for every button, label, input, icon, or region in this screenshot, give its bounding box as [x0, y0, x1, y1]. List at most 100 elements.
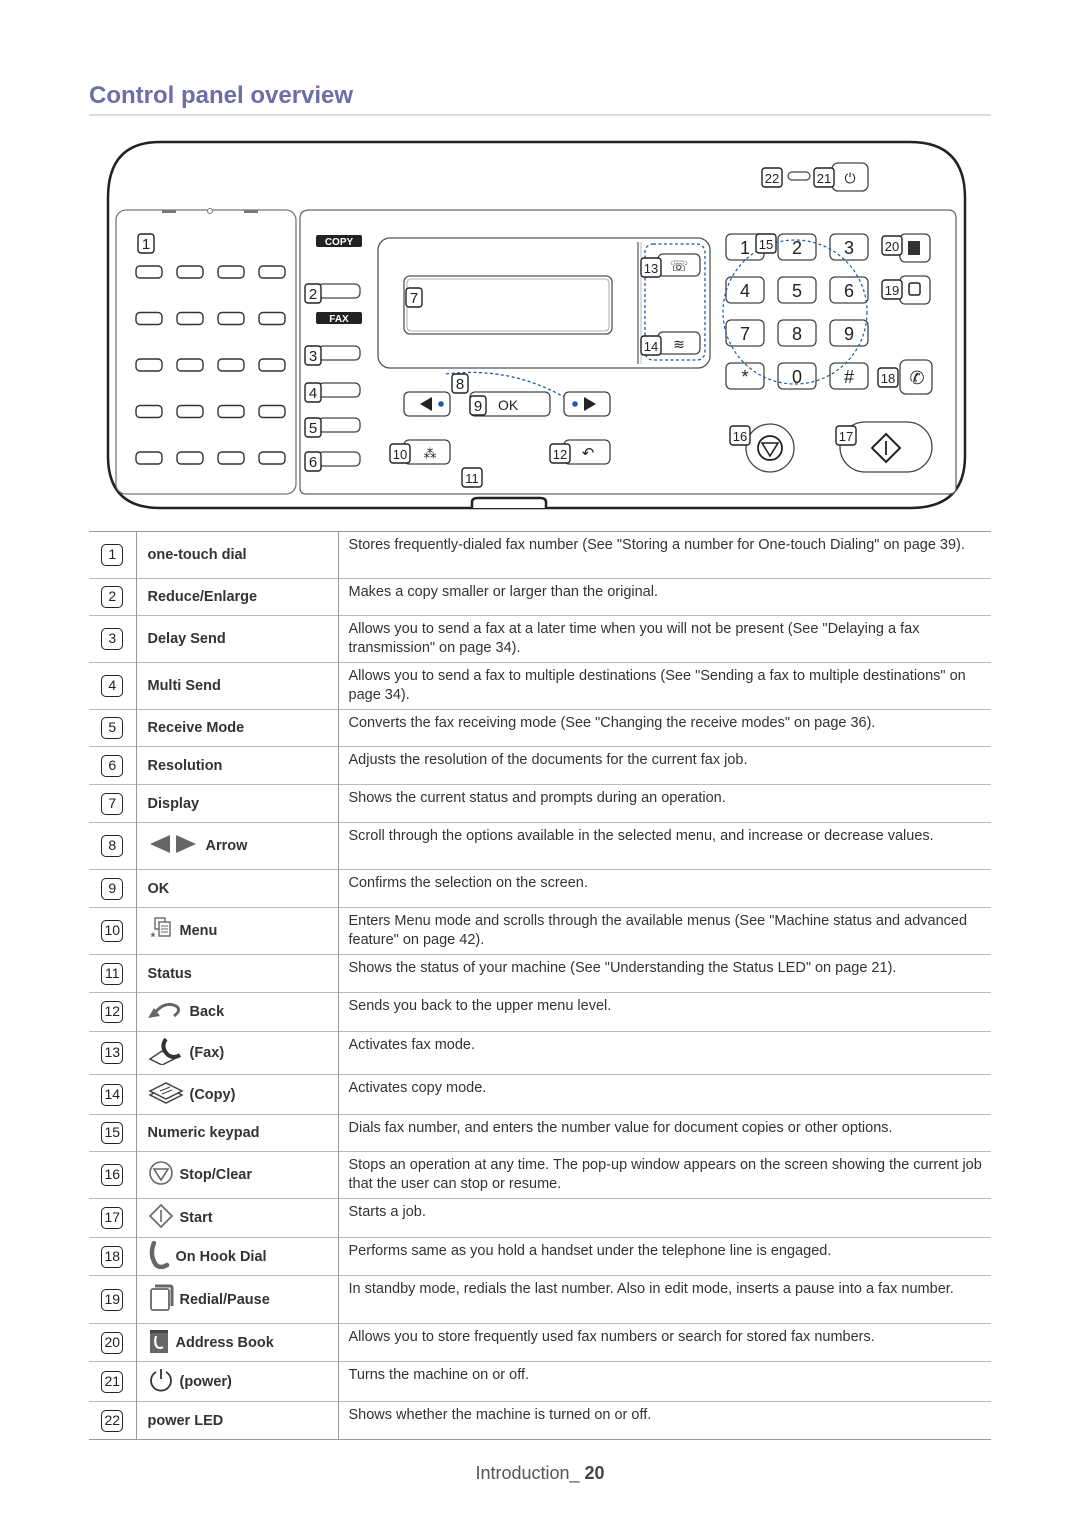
- control-name: Reduce/Enlarge: [147, 589, 258, 605]
- control-description: Activates copy mode.: [338, 1074, 991, 1115]
- control-name-cell: Delay Send: [136, 615, 339, 663]
- function-button[interactable]: [317, 417, 361, 433]
- callout-cell: 20: [89, 1323, 137, 1362]
- callout-number: 3: [309, 348, 317, 365]
- one-touch-button[interactable]: [217, 311, 245, 326]
- copy-icon: [147, 1081, 184, 1109]
- copy-label: COPY: [325, 237, 354, 248]
- page-footer: Introduction_ 20: [0, 1463, 1080, 1484]
- callout-number: 17: [839, 429, 853, 444]
- one-touch-button[interactable]: [217, 265, 245, 279]
- one-touch-button[interactable]: [176, 311, 204, 326]
- control-name-cell: power LED: [136, 1401, 339, 1440]
- callout-number: 18: [881, 371, 895, 386]
- one-touch-button[interactable]: [217, 404, 245, 419]
- control-description: Allows you to send a fax at a later time…: [338, 615, 991, 663]
- callout-number: 7: [410, 290, 418, 307]
- one-touch-button[interactable]: [135, 451, 163, 465]
- callout-number: 1: [142, 236, 150, 253]
- table-row: 11 Status Shows the status of your machine…: [89, 954, 991, 993]
- control-name: Receive Mode: [147, 720, 245, 736]
- callout-cell: 2: [89, 578, 137, 616]
- callout-badge: 17: [101, 1207, 124, 1229]
- control-name: power LED: [147, 1412, 224, 1429]
- control-name: Display: [147, 795, 200, 812]
- control-description: Stores frequently-dialed fax number (See…: [338, 531, 991, 579]
- control-name: Numeric keypad: [147, 1125, 260, 1141]
- one-touch-button[interactable]: [176, 265, 204, 279]
- callout-cell: 18: [89, 1237, 137, 1276]
- callout-cell: 21: [89, 1361, 137, 1402]
- keypad-key-label: 3: [844, 238, 854, 258]
- table-row: 4 Multi Send Allows you to send a fax to m…: [89, 662, 991, 710]
- control-name: Redial/Pause: [179, 1291, 270, 1308]
- function-button[interactable]: [317, 382, 361, 398]
- control-description: Scroll through the options available in …: [338, 822, 991, 870]
- one-touch-button[interactable]: [258, 358, 286, 372]
- control-name: one-touch dial: [147, 547, 247, 563]
- svg-text:⏻: ⏻: [844, 170, 855, 186]
- callout-badge: 3: [101, 628, 124, 650]
- control-description: Shows the status of your machine (See "U…: [338, 954, 991, 993]
- svg-text:≋: ≋: [673, 336, 685, 352]
- redial-icon: [148, 1284, 174, 1316]
- table-row: 22 power LED Shows whether the machine is …: [89, 1401, 991, 1440]
- function-button[interactable]: [317, 451, 361, 467]
- one-touch-button[interactable]: [176, 358, 204, 372]
- table-row: 2 Reduce/Enlarge Makes a copy smaller or l…: [89, 578, 991, 616]
- one-touch-button[interactable]: [176, 404, 204, 419]
- callout-badge: 16: [101, 1164, 124, 1186]
- control-name-cell: Arrow: [136, 822, 339, 870]
- control-name-cell: OK: [136, 869, 339, 908]
- callout-cell: 6: [89, 746, 137, 785]
- svg-text:☏: ☏: [670, 258, 689, 275]
- control-name-cell: Resolution: [136, 746, 339, 785]
- one-touch-button[interactable]: [135, 311, 163, 326]
- callout-badge: 21: [101, 1370, 124, 1393]
- lcd-display: [403, 275, 613, 335]
- fax-icon: [148, 1037, 184, 1069]
- phone-icon: [148, 1240, 170, 1273]
- one-touch-button[interactable]: [258, 265, 286, 279]
- one-touch-button[interactable]: [217, 358, 245, 372]
- one-touch-button[interactable]: [176, 451, 204, 465]
- callout-number: 5: [309, 420, 317, 437]
- one-touch-button[interactable]: [135, 358, 163, 372]
- control-name: Start: [179, 1210, 213, 1226]
- function-button[interactable]: [317, 283, 361, 299]
- keypad-key-label: 2: [792, 238, 802, 258]
- function-button[interactable]: [317, 345, 361, 361]
- callout-number: 6: [309, 454, 317, 471]
- table-row: 3 Delay Send Allows you to send a fax at a…: [89, 615, 991, 663]
- control-description: Converts the fax receiving mode (See "Ch…: [338, 709, 991, 747]
- control-name: Status: [147, 965, 192, 982]
- one-touch-button[interactable]: [217, 451, 245, 465]
- callout-cell: 10: [89, 907, 137, 955]
- callout-badge: 22: [101, 1409, 124, 1432]
- stop-clear-button: [745, 423, 795, 473]
- one-touch-button[interactable]: [135, 404, 163, 419]
- control-name: Back: [189, 1004, 225, 1020]
- callout-number: 22: [765, 171, 779, 186]
- one-touch-button[interactable]: [258, 451, 286, 465]
- callout-number: 19: [885, 283, 899, 298]
- callout-number: 4: [309, 385, 317, 402]
- one-touch-button[interactable]: [135, 265, 163, 279]
- callout-badge: 2: [101, 586, 124, 608]
- control-description: Adjusts the resolution of the documents …: [338, 746, 991, 785]
- callout-cell: 14: [89, 1074, 137, 1115]
- table-row: 1 one-touch dial Stores frequently-dialed …: [89, 531, 991, 579]
- callout-number: 12: [553, 447, 567, 462]
- control-name: Stop/Clear: [179, 1167, 253, 1183]
- one-touch-button[interactable]: [258, 404, 286, 419]
- control-name: Delay Send: [147, 631, 226, 647]
- one-touch-button[interactable]: [258, 311, 286, 326]
- control-description: Dials fax number, and enters the number …: [338, 1114, 991, 1152]
- svg-text:⁂: ⁂: [424, 446, 437, 461]
- control-name-cell: * Menu: [136, 907, 339, 955]
- callout-badge: 6: [101, 754, 124, 777]
- control-description: Allows you to send a fax to multiple des…: [338, 662, 991, 710]
- control-description: Confirms the selection on the screen.: [338, 869, 991, 908]
- callout-number: 14: [644, 339, 658, 354]
- keypad-key-label: 4: [740, 281, 750, 301]
